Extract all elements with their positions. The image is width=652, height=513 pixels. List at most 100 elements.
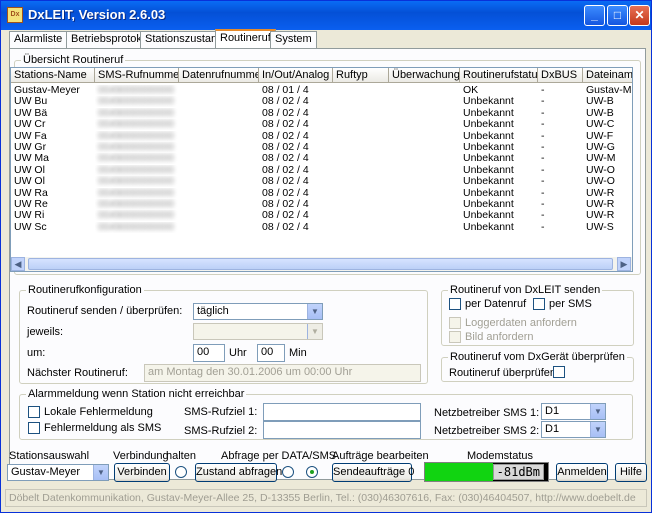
table-cell xyxy=(389,165,460,176)
send-from-legend: Routineruf von DxLEIT senden xyxy=(450,284,601,296)
each-label: jeweils: xyxy=(27,326,64,338)
table-row[interactable]: Gustav-Meyer 0049000000000 08 / 01 / 4 OK - G… xyxy=(11,85,632,96)
query-sms-radio[interactable] xyxy=(306,466,318,478)
chevron-down-icon[interactable]: ▼ xyxy=(93,465,108,480)
table-row[interactable]: UW Sc 0049000000000 08 / 02 / 4 Unbekannt - U… xyxy=(11,221,632,233)
sms-target2-input[interactable] xyxy=(263,421,421,439)
table-cell: 08 / 02 / 4 xyxy=(262,199,309,210)
modem-signal-meter: -81dBm xyxy=(424,462,549,482)
column-header[interactable]: Ruftyp xyxy=(333,68,389,83)
login-button[interactable]: Anmelden xyxy=(556,463,608,482)
routine-call-table[interactable]: Stations-Name SMS-Rufnummer Datenrufnummer… xyxy=(10,67,633,272)
table-cell: 0049000000000 xyxy=(98,130,174,142)
modem-signal-value: -81dBm xyxy=(492,464,544,480)
per-datenruf-checkbox[interactable] xyxy=(449,298,461,310)
table-row[interactable]: UW Gr 0049000000000 08 / 02 / 4 Unbekannt - U… xyxy=(11,142,632,153)
local-error-checkbox[interactable] xyxy=(28,406,40,418)
table-cell xyxy=(179,199,259,210)
column-header[interactable]: DxBUS xyxy=(538,68,583,83)
operator1-label: Netzbetreiber SMS 1: xyxy=(434,407,540,419)
query-data-radio[interactable] xyxy=(282,466,294,478)
connect-button[interactable]: Verbinden xyxy=(114,463,170,482)
minute-input[interactable]: 00 xyxy=(257,344,285,362)
table-cell: UW-M xyxy=(586,153,616,165)
check-checkbox[interactable] xyxy=(553,366,565,378)
scroll-thumb[interactable] xyxy=(28,258,613,270)
scroll-right-icon[interactable]: ▶ xyxy=(617,257,631,271)
send-interval-select[interactable]: täglich ▼ xyxy=(193,303,323,320)
table-row[interactable]: UW Cr 0049000000000 08 / 02 / 4 Unbekannt - U… xyxy=(11,119,632,131)
tab-alarmliste[interactable]: Alarmliste xyxy=(9,31,68,48)
table-cell: UW-F xyxy=(586,130,614,142)
help-button[interactable]: Hilfe xyxy=(615,463,647,482)
table-cell: 08 / 02 / 4 xyxy=(262,130,309,142)
tab-system[interactable]: System xyxy=(270,31,317,48)
table-cell: 08 / 02 / 4 xyxy=(262,96,309,108)
table-cell xyxy=(389,108,460,119)
send-jobs-button[interactable]: Sendeaufträge 0 xyxy=(332,463,414,482)
table-cell: - xyxy=(541,176,545,188)
table-row[interactable]: UW Fa 0049000000000 08 / 02 / 4 Unbekannt - U… xyxy=(11,130,632,142)
station-select[interactable]: Gustav-Meyer ▼ xyxy=(7,464,109,481)
sms-error-checkbox[interactable] xyxy=(28,422,40,434)
column-header[interactable]: Routinerufstatus xyxy=(460,68,538,83)
operator1-select[interactable]: D1 ▼ xyxy=(541,403,606,420)
table-cell xyxy=(333,176,389,187)
table-row[interactable]: UW Ra 0049000000000 08 / 02 / 4 Unbekannt - U… xyxy=(11,188,632,199)
sms-target1-input[interactable] xyxy=(263,403,421,421)
send-interval-label: Routineruf senden / überprüfen: xyxy=(27,305,183,317)
table-cell: 0049000000000 xyxy=(98,119,174,131)
column-header[interactable]: In/Out/Analog xyxy=(259,68,333,83)
table-cell xyxy=(179,165,259,176)
column-header[interactable]: Stations-Name xyxy=(11,68,95,83)
sms-target2-label: SMS-Rufziel 2: xyxy=(184,425,258,437)
tab-routineruf[interactable]: Routineruf xyxy=(215,29,276,48)
column-header[interactable]: Datenrufnummer xyxy=(179,68,259,83)
each-select[interactable]: ▼ xyxy=(193,323,323,340)
table-row[interactable]: UW Ma 0049000000000 08 / 02 / 4 Unbekannt - U… xyxy=(11,153,632,165)
loggerdaten-checkbox[interactable] xyxy=(449,317,461,329)
table-cell xyxy=(389,153,460,164)
scroll-left-icon[interactable]: ◀ xyxy=(11,257,25,271)
title-bar[interactable]: Dx DxLEIT, Version 2.6.03 _ □ ✕ xyxy=(1,1,651,30)
bild-checkbox[interactable] xyxy=(449,331,461,343)
table-cell: 08 / 02 / 4 xyxy=(262,107,309,119)
table-cell: UW Ol xyxy=(14,176,45,188)
column-header[interactable]: SMS-Rufnummer xyxy=(95,68,179,83)
table-row[interactable]: UW Bä 0049000000000 08 / 02 / 4 Unbekannt - U… xyxy=(11,107,632,119)
chevron-down-icon[interactable]: ▼ xyxy=(307,304,322,319)
table-cell xyxy=(333,210,389,221)
table-cell: UW-O xyxy=(586,176,615,188)
check-label: Routineruf überprüfen: xyxy=(449,367,560,379)
table-cell xyxy=(179,188,259,199)
per-sms-checkbox[interactable] xyxy=(533,298,545,310)
hour-input[interactable]: 00 xyxy=(193,344,225,362)
table-cell xyxy=(179,119,259,130)
column-header[interactable]: Dateiname xyxy=(583,68,632,83)
status-bar: Döbelt Datenkommunikation, Gustav-Meyer-… xyxy=(5,489,647,507)
chevron-down-icon[interactable]: ▼ xyxy=(590,422,605,437)
chevron-down-icon[interactable]: ▼ xyxy=(307,324,322,339)
table-row[interactable]: UW Re 0049000000000 08 / 02 / 4 Unbekannt - U… xyxy=(11,199,632,210)
close-icon[interactable]: ✕ xyxy=(629,5,650,26)
table-row[interactable]: UW Ol 0049000000000 08 / 02 / 4 Unbekannt - U… xyxy=(11,176,632,188)
table-row[interactable]: UW Ri 0049000000000 08 / 02 / 4 Unbekannt - U… xyxy=(11,210,632,221)
table-cell: UW-C xyxy=(586,119,615,131)
table-cell: 08 / 02 / 4 xyxy=(262,221,309,233)
column-header[interactable]: Überwachung xyxy=(389,68,460,83)
table-cell: - xyxy=(541,107,545,119)
table-cell: 08 / 02 / 4 xyxy=(262,119,309,131)
horizontal-scrollbar[interactable]: ◀ ▶ xyxy=(11,257,632,271)
operator2-select[interactable]: D1 ▼ xyxy=(541,421,606,438)
query-status-button[interactable]: Zustand abfragen xyxy=(195,463,282,482)
modem-status-label: Modemstatus xyxy=(467,450,534,462)
table-cell xyxy=(389,96,460,107)
table-cell xyxy=(333,222,389,233)
minimize-icon[interactable]: _ xyxy=(584,5,605,26)
table-cell: UW Ma xyxy=(14,153,49,165)
chevron-down-icon[interactable]: ▼ xyxy=(590,404,605,419)
hold-radio[interactable] xyxy=(175,466,187,478)
table-row[interactable]: UW Bu 0049000000000 08 / 02 / 4 Unbekannt - U… xyxy=(11,96,632,108)
maximize-icon[interactable]: □ xyxy=(607,5,628,26)
table-row[interactable]: UW Ol 0049000000000 08 / 02 / 4 Unbekannt - U… xyxy=(11,165,632,176)
